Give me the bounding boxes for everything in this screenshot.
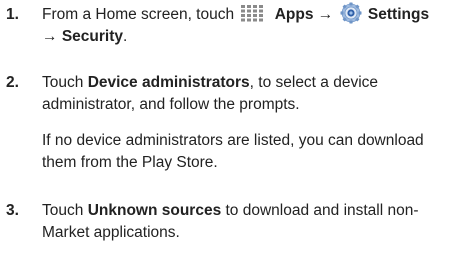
settings-gear-icon	[340, 2, 362, 24]
step-number: 1.	[6, 6, 19, 23]
step-2-note: If no device administrators are listed, …	[42, 132, 424, 171]
arrow: →	[42, 28, 58, 46]
step-3-text: Touch Unknown sources to download and in…	[42, 200, 466, 244]
period: .	[122, 28, 128, 46]
step-3-prefix: Touch	[42, 202, 84, 219]
step-1-line: From a Home screen, touch Apps → Setting…	[42, 2, 466, 48]
step-1-prefix: From a Home screen, touch	[42, 6, 235, 24]
security-label: Security	[61, 28, 123, 46]
step-1-text: From a Home screen, touch Apps → Setting…	[42, 2, 466, 48]
step-2-text: Touch Device administrators, to select a…	[42, 72, 466, 174]
settings-label: Settings	[367, 6, 430, 24]
step-2-line: Touch Device administrators, to select a…	[42, 72, 442, 116]
device-administrators-label: Device administrators	[87, 74, 250, 91]
instructions-page: 1. From a Home screen, touch Apps → Sett…	[0, 0, 472, 259]
step-number: 3.	[6, 202, 19, 219]
step-2-prefix: Touch	[42, 74, 84, 91]
step-3-line: Touch Unknown sources to download and in…	[42, 200, 442, 244]
arrow: →	[317, 6, 334, 24]
apps-label: Apps	[274, 6, 314, 24]
apps-grid-icon	[240, 4, 268, 22]
unknown-sources-label: Unknown sources	[87, 202, 222, 219]
step-number: 2.	[6, 74, 19, 91]
